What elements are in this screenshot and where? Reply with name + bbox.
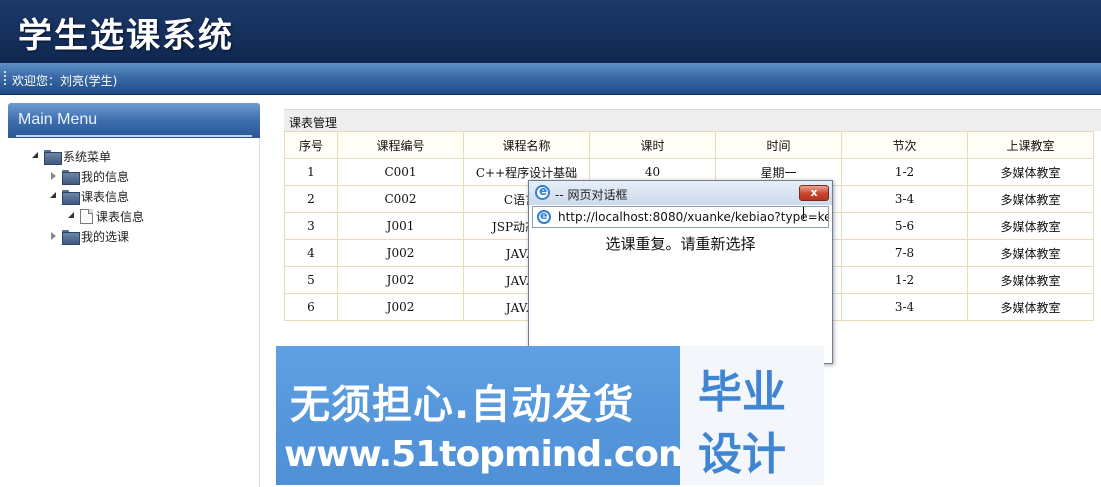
app-header: 学生选课系统 (0, 0, 1101, 63)
tree-node-schedule[interactable]: 课表信息 (48, 187, 129, 205)
table-cell: 多媒体教室 (967, 266, 1094, 294)
dialog-message: 选课重复。请重新选择 (605, 235, 756, 253)
table-cell: 5 (284, 266, 338, 294)
table-cell: 多媒体教室 (967, 212, 1094, 240)
table-cell: C001 (337, 158, 464, 186)
banner-badge-line2: 设计 (698, 429, 786, 480)
folder-icon (62, 229, 80, 245)
col-header: 课程名称 (463, 131, 590, 159)
watermark-banner: 无须担心.自动发货 www.51topmind.com 毕业 设计 (276, 346, 824, 485)
table-header-row: 序号 课程编号 课程名称 课时 时间 节次 上课教室 (284, 131, 1094, 159)
alert-dialog: -- 网页对话框 x http://localhost:8080/xuanke/… (528, 180, 833, 364)
table-cell: 1 (284, 158, 338, 186)
tree-label-root: 系统菜单 (63, 149, 112, 164)
app-title: 学生选课系统 (18, 16, 234, 56)
folder-icon (62, 189, 80, 205)
table-cell: 3 (284, 212, 338, 240)
table-cell: 5-6 (841, 212, 968, 240)
dialog-url: http://localhost:8080/xuanke/kebiao?type… (558, 210, 828, 224)
banner-slogan: 无须担心.自动发货 (290, 382, 635, 428)
page-icon (80, 208, 93, 224)
table-cell: 多媒体教室 (967, 158, 1094, 186)
folder-icon (62, 169, 80, 185)
collapse-arrow-icon[interactable] (48, 170, 60, 182)
menu-header-underline (16, 135, 252, 137)
table-cell: C002 (337, 185, 464, 213)
table-cell: J002 (337, 266, 464, 294)
table-cell: 1-2 (841, 266, 968, 294)
tree-label-schedule: 课表信息 (81, 189, 130, 204)
tree-node-my-courses[interactable]: 我的选课 (48, 227, 129, 245)
tree-label-my-courses: 我的选课 (81, 229, 130, 244)
table-cell: J001 (337, 212, 464, 240)
expand-arrow-icon[interactable] (30, 150, 42, 162)
table-cell: J002 (337, 293, 464, 321)
main-menu-header: Main Menu (8, 103, 260, 138)
col-header: 节次 (841, 131, 968, 159)
table-cell: 多媒体教室 (967, 239, 1094, 267)
bar-grip (4, 71, 6, 87)
table-cell: 6 (284, 293, 338, 321)
banner-left: 无须担心.自动发货 www.51topmind.com (276, 346, 695, 485)
table-cell: 多媒体教室 (967, 185, 1094, 213)
dialog-titlebar[interactable]: -- 网页对话框 x (529, 181, 832, 205)
main-menu-title: Main Menu (18, 111, 98, 128)
tree-node-schedule-info[interactable]: 课表信息 (66, 207, 144, 225)
col-header: 课时 (589, 131, 716, 159)
browser-icon (535, 184, 550, 200)
dialog-title: -- 网页对话框 (555, 188, 628, 202)
table-cell: 3-4 (841, 185, 968, 213)
folder-icon (44, 149, 62, 165)
left-nav-panel: Main Menu 系统菜单 我的信息 课表信息 课表信息 我的选课 (8, 103, 260, 487)
dialog-address-bar: http://localhost:8080/xuanke/kebiao?type… (532, 206, 829, 228)
table-cell: 7-8 (841, 239, 968, 267)
banner-badge-line1: 毕业 (698, 367, 786, 418)
browser-icon (537, 209, 551, 224)
table-cell: 3-4 (841, 293, 968, 321)
expand-arrow-icon[interactable] (48, 190, 60, 202)
tree-node-root[interactable]: 系统菜单 (30, 147, 111, 165)
tree-label-schedule-info: 课表信息 (96, 209, 145, 224)
tree-node-my-info[interactable]: 我的信息 (48, 167, 129, 185)
section-title: 课表管理 (284, 109, 1101, 131)
welcome-text: 欢迎您：刘亮(学生) (12, 74, 118, 88)
text-cursor-icon (803, 207, 809, 219)
col-header: 序号 (284, 131, 338, 159)
col-header: 时间 (715, 131, 842, 159)
table-cell: 2 (284, 185, 338, 213)
collapse-arrow-icon[interactable] (48, 230, 60, 242)
table-cell: 4 (284, 239, 338, 267)
table-cell: 1-2 (841, 158, 968, 186)
dialog-close-button[interactable]: x (799, 185, 829, 201)
banner-url: www.51topmind.com (284, 434, 695, 475)
col-header: 课程编号 (337, 131, 464, 159)
expand-arrow-icon (66, 210, 78, 222)
welcome-bar: 欢迎您：刘亮(学生) (0, 63, 1101, 95)
table-cell: J002 (337, 239, 464, 267)
col-header: 上课教室 (967, 131, 1094, 159)
banner-badge: 毕业 设计 (680, 346, 824, 485)
tree-label-my-info: 我的信息 (81, 169, 130, 184)
table-cell: 多媒体教室 (967, 293, 1094, 321)
